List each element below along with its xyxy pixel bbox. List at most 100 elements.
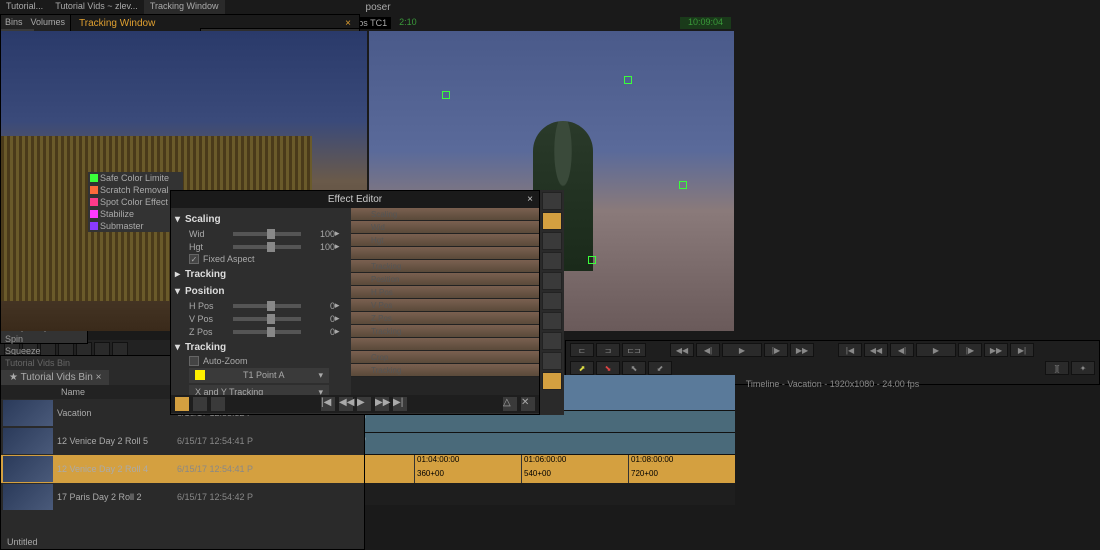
splice-btn[interactable]: ⬈ <box>570 361 594 375</box>
keyframe-track[interactable]: Tracking <box>351 260 539 273</box>
fx-mode-btn[interactable]: ✦ <box>1071 361 1095 375</box>
master-tc: 10:09:04 <box>680 17 731 29</box>
keyframe-track[interactable]: Position <box>351 273 539 286</box>
track-point-marker[interactable] <box>442 91 450 99</box>
effect-editor-titlebar[interactable]: Effect Editor × <box>171 191 539 208</box>
ee-prev-kf-btn[interactable]: ◀◀ <box>339 397 353 411</box>
ee-tool-6[interactable] <box>542 352 562 370</box>
rewind-btn[interactable]: ◀◀ <box>670 343 694 357</box>
play2-btn[interactable]: ▶ <box>916 343 956 357</box>
ee-add-kf-btn[interactable]: △ <box>503 397 517 411</box>
ee-tool-2[interactable] <box>542 232 562 250</box>
bin-row[interactable]: 12 Venice Day 2 Roll 56/15/17 12:54:41 P <box>1 427 364 455</box>
param-group-title[interactable]: ▾Tracking <box>175 340 347 355</box>
ee-play-btn[interactable]: ▶ <box>357 397 371 411</box>
app-tab[interactable]: Tracking Window <box>144 0 225 14</box>
param-slider[interactable] <box>233 304 301 308</box>
close-icon[interactable]: × <box>527 194 533 205</box>
track-point-marker[interactable] <box>679 181 687 189</box>
effect-keyframe-tracks[interactable]: ScalingWidHgtTrackingPositionH PosV PosZ… <box>351 208 539 395</box>
keyframe-track[interactable]: Hgt <box>351 234 539 247</box>
ee-grid-btn[interactable] <box>211 397 225 411</box>
mark-in-btn[interactable]: ⊏ <box>570 343 594 357</box>
fx-sub-item[interactable]: Submaster <box>88 220 183 232</box>
ee-tool-4[interactable] <box>542 312 562 330</box>
ee-tool-hq[interactable] <box>542 212 562 230</box>
param-dropdown[interactable]: T1 Point A▾ <box>189 368 329 383</box>
app-tab[interactable]: Tutorial Vids ~ zlev... <box>49 0 144 14</box>
ee-outline-btn[interactable] <box>193 397 207 411</box>
keyframe-toggle[interactable]: ▸ <box>335 241 347 252</box>
bin-footer-tab[interactable]: Untitled <box>1 535 44 549</box>
ee-tool-promote[interactable] <box>542 372 562 390</box>
ee-last-kf-btn[interactable]: ▶| <box>393 397 407 411</box>
track-point-marker[interactable] <box>588 256 596 264</box>
keyframe-track[interactable]: Tracking <box>351 364 539 377</box>
fx-item[interactable]: Spin <box>1 333 87 345</box>
fx-sub-item[interactable]: Scratch Removal <box>88 184 183 196</box>
step-fwd2-btn[interactable]: |▶ <box>958 343 982 357</box>
ee-del-kf-btn[interactable]: ✕ <box>521 397 535 411</box>
keyframe-toggle[interactable]: ▸ <box>335 300 347 311</box>
keyframe-track[interactable]: H Pos <box>351 286 539 299</box>
bin-row[interactable]: 12 Venice Day 2 Roll 46/15/17 12:54:41 P <box>1 455 364 483</box>
rewind2-btn[interactable]: ◀◀ <box>864 343 888 357</box>
bin-row[interactable]: 17 Paris Day 2 Roll 26/15/17 12:54:42 P <box>1 483 364 511</box>
keyframe-track[interactable]: V Pos <box>351 299 539 312</box>
overwrite-btn[interactable]: ⬊ <box>596 361 620 375</box>
param-group-title[interactable]: ▾Position <box>175 284 347 299</box>
fx-sub-item[interactable]: Stabilize <box>88 208 183 220</box>
ee-render-btn[interactable] <box>175 397 189 411</box>
ee-next-kf-btn[interactable]: ▶▶ <box>375 397 389 411</box>
track-point-marker[interactable] <box>624 76 632 84</box>
play-btn[interactable]: ▶ <box>722 343 762 357</box>
keyframe-toggle[interactable]: ▸ <box>335 326 347 337</box>
param-slider[interactable] <box>233 317 301 321</box>
mark-out-btn[interactable]: ⊐ <box>596 343 620 357</box>
param-slider[interactable] <box>233 330 301 334</box>
meta-value: 01:04:00:00 <box>414 455 521 469</box>
param-slider[interactable] <box>233 245 301 249</box>
extract-btn[interactable]: ⬋ <box>648 361 672 375</box>
ffwd-btn[interactable]: ▶▶ <box>790 343 814 357</box>
ee-tool-1[interactable] <box>542 192 562 210</box>
ee-zoom-in[interactable] <box>542 252 562 270</box>
bins-tab[interactable]: Bins <box>1 15 27 29</box>
ffwd2-btn[interactable]: ▶▶ <box>984 343 1008 357</box>
volumes-tab[interactable]: Volumes <box>27 15 70 29</box>
step-back-btn[interactable]: ◀| <box>696 343 720 357</box>
keyframe-track[interactable] <box>351 338 539 351</box>
trim-btn[interactable]: ][ <box>1045 361 1069 375</box>
ee-tool-3[interactable] <box>542 292 562 310</box>
step-fwd-btn[interactable]: |▶ <box>764 343 788 357</box>
lift-btn[interactable]: ⬉ <box>622 361 646 375</box>
param-group-title[interactable]: ▾Scaling <box>175 212 347 227</box>
ee-first-kf-btn[interactable]: |◀ <box>321 397 335 411</box>
param-dropdown[interactable]: X and Y Tracking▾ <box>189 385 329 395</box>
goto-out-btn[interactable]: ▶| <box>1010 343 1034 357</box>
param-row: H Pos0▸ <box>175 299 347 312</box>
step-back2-btn[interactable]: ◀| <box>890 343 914 357</box>
keyframe-track[interactable]: Scaling <box>351 208 539 221</box>
fx-sub-item[interactable]: Safe Color Limite <box>88 172 183 184</box>
ee-zoom-out[interactable] <box>542 272 562 290</box>
fx-sub-item[interactable]: Spot Color Effect <box>88 196 183 208</box>
clip-thumbnail <box>3 456 53 482</box>
param-row: Z Pos0▸ <box>175 325 347 338</box>
param-checkbox[interactable] <box>189 356 199 366</box>
ee-tool-5[interactable] <box>542 332 562 350</box>
app-tab[interactable]: Tutorial... <box>0 0 49 14</box>
keyframe-track[interactable]: Tracking <box>351 325 539 338</box>
param-checkbox[interactable]: ✓ <box>189 254 199 264</box>
goto-in-btn[interactable]: |◀ <box>838 343 862 357</box>
keyframe-toggle[interactable]: ▸ <box>335 228 347 239</box>
mark-clip-btn[interactable]: ⊏⊐ <box>622 343 646 357</box>
param-group-title[interactable]: ▸Tracking <box>175 267 347 282</box>
keyframe-track[interactable] <box>351 247 539 260</box>
keyframe-track[interactable]: Z Pos <box>351 312 539 325</box>
keyframe-track[interactable]: Wid <box>351 221 539 234</box>
param-slider[interactable] <box>233 232 301 236</box>
bin-tab[interactable]: ★ Tutorial Vids Bin × <box>1 370 109 385</box>
keyframe-toggle[interactable]: ▸ <box>335 313 347 324</box>
keyframe-track[interactable]: Crop <box>351 351 539 364</box>
